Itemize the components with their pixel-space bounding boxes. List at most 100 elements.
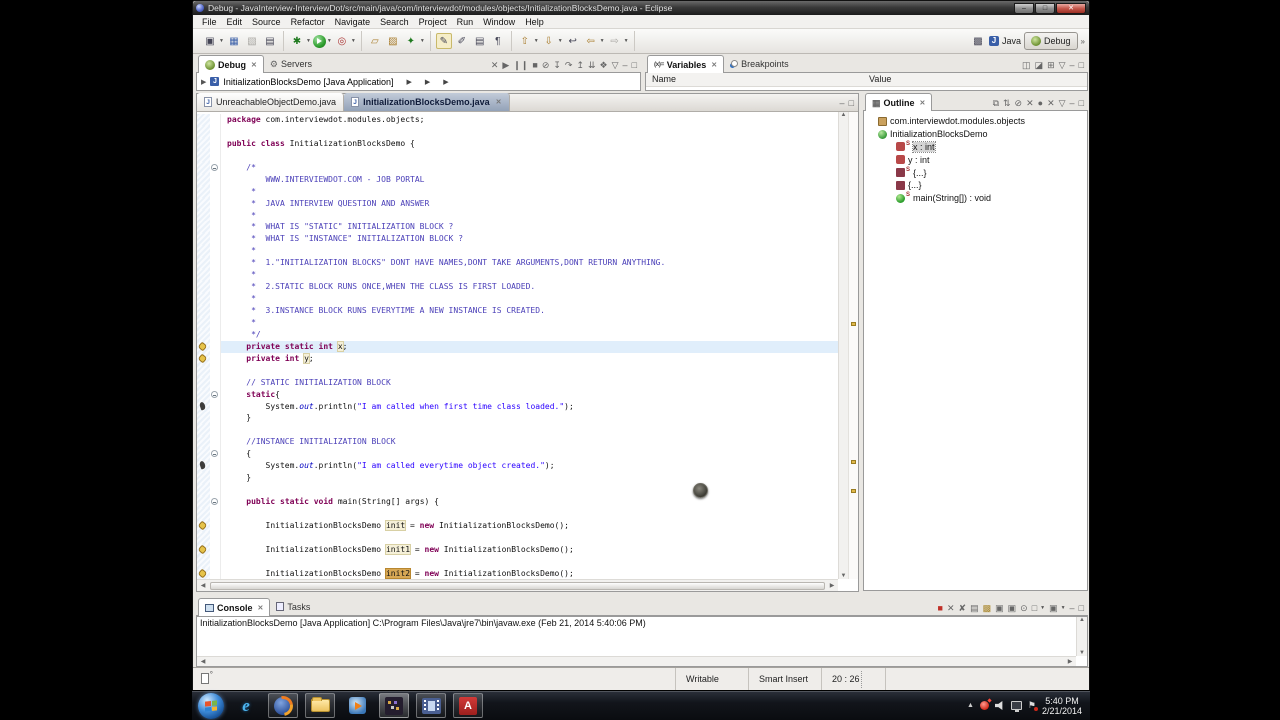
show-stdout-console-icon[interactable] (995, 603, 1004, 613)
code-line[interactable]: package com.interviewdot.modules.objects… (197, 114, 838, 126)
code-line[interactable]: * (197, 293, 838, 305)
focus-icon[interactable] (993, 98, 999, 108)
outline-item[interactable]: InitializationBlocksDemo (864, 128, 1087, 141)
last-edit-location-icon[interactable] (565, 33, 581, 49)
minimize-window-button[interactable]: – (1014, 2, 1034, 14)
code-line[interactable]: private static int x; (197, 340, 838, 353)
explorer-button[interactable] (305, 693, 335, 718)
code-line[interactable] (197, 555, 838, 568)
console-vertical-scrollbar[interactable]: ▲ ▼ (1076, 617, 1087, 656)
forward-icon[interactable] (607, 33, 623, 49)
step-into-icon[interactable] (553, 60, 561, 70)
code-line[interactable]: //INSTANCE INITIALIZATION BLOCK (197, 436, 838, 449)
tab-console[interactable]: Console ✕ (198, 598, 271, 616)
drop-to-frame-icon[interactable] (588, 60, 596, 70)
expand-icon[interactable]: ▶ (201, 78, 206, 86)
expand-icon[interactable]: ▶ (406, 78, 411, 86)
previous-annotation-icon[interactable] (517, 33, 533, 49)
forward-dropdown-icon[interactable]: ▼ (624, 38, 629, 44)
minimize-icon[interactable] (1070, 98, 1075, 108)
code-line[interactable]: */ (197, 328, 838, 341)
pin-console-icon[interactable] (1020, 603, 1028, 613)
show-type-names-icon[interactable] (1022, 60, 1031, 70)
editor-vertical-scrollbar[interactable]: ▲ ▼ (838, 112, 848, 579)
new-java-project-icon[interactable] (367, 33, 383, 49)
save-all-icon[interactable] (244, 33, 260, 49)
javadoc-icon[interactable] (454, 33, 470, 49)
menu-refactor[interactable]: Refactor (286, 17, 330, 27)
suspend-icon[interactable] (513, 60, 528, 70)
hide-static-icon[interactable] (1026, 98, 1034, 108)
hide-non-public-icon[interactable] (1038, 98, 1043, 108)
movie-maker-button[interactable] (416, 693, 446, 718)
ide-button[interactable] (379, 693, 409, 718)
code-line[interactable]: // STATIC INITIALIZATION BLOCK (197, 376, 838, 389)
next-annotation-dropdown-icon[interactable]: ▼ (558, 38, 563, 44)
terminate-icon[interactable] (532, 60, 537, 70)
code-line[interactable]: public class InitializationBlocksDemo { (197, 137, 838, 150)
perspective-overflow[interactable]: » (1081, 37, 1085, 46)
occurrence-mark[interactable] (851, 489, 856, 493)
code-line[interactable]: WWW.INTERVIEWDOT.COM - JOB PORTAL (197, 173, 838, 186)
internet-explorer-button[interactable]: e (231, 693, 261, 718)
remove-launch-icon[interactable] (947, 603, 955, 613)
scrollbar-thumb[interactable] (210, 581, 825, 590)
use-step-filters-icon[interactable] (600, 60, 608, 70)
tab-servers[interactable]: Servers (264, 55, 318, 72)
maximize-icon[interactable] (632, 60, 637, 70)
occurrence-mark[interactable] (851, 322, 856, 326)
code-line[interactable]: System.out.println("I am called when fir… (197, 400, 838, 413)
run-dropdown-icon[interactable]: ▼ (327, 38, 332, 44)
code-line[interactable]: * WHAT IS "INSTANCE" INITIALIZATION BLOC… (197, 233, 838, 246)
code-line[interactable]: public static void main(String[] args) { (197, 496, 838, 508)
title-bar[interactable]: Debug - JavaInterview-InterviewDot/src/m… (193, 1, 1089, 15)
code-line[interactable] (197, 507, 838, 520)
run-icon[interactable] (312, 34, 326, 48)
next-annotation-icon[interactable] (541, 33, 557, 49)
print-icon[interactable] (262, 33, 278, 49)
code-line[interactable] (197, 364, 838, 377)
code-line[interactable]: InitializationBlocksDemo init = new Init… (197, 519, 838, 532)
menu-edit[interactable]: Edit (222, 17, 248, 27)
code-line[interactable]: /* (197, 161, 838, 174)
occurrence-mark[interactable] (851, 460, 856, 464)
code-line[interactable]: } (197, 412, 838, 425)
console-toggle-icon[interactable] (472, 33, 488, 49)
network-icon[interactable] (1010, 701, 1022, 712)
back-icon[interactable] (583, 33, 599, 49)
expand-icon[interactable]: ▶ (425, 78, 430, 86)
expand-icon[interactable]: ▶ (443, 78, 448, 86)
tab-debug[interactable]: Debug ✕ (198, 55, 264, 73)
code-line[interactable]: * 2.STATIC BLOCK RUNS ONCE,WHEN THE CLAS… (197, 281, 838, 294)
java-perspective-label[interactable]: Java (1002, 36, 1021, 46)
close-icon[interactable]: ✕ (496, 98, 502, 106)
menu-help[interactable]: Help (520, 17, 549, 27)
outline-item[interactable]: y : int (864, 153, 1087, 166)
back-dropdown-icon[interactable]: ▼ (600, 38, 605, 44)
tab-initializationblocksdemo[interactable]: J InitializationBlocksDemo.java ✕ (344, 93, 510, 111)
menu-file[interactable]: File (197, 17, 222, 27)
display-selected-console-icon[interactable] (1032, 603, 1037, 613)
tray-expand-icon[interactable]: ▲ (967, 702, 974, 709)
close-icon[interactable]: ✕ (251, 61, 257, 69)
taskbar-clock[interactable]: 5:40 PM 2/21/2014 (1042, 696, 1084, 716)
close-window-button[interactable]: ✕ (1056, 2, 1086, 14)
outline-item[interactable]: com.interviewdot.modules.objects (864, 115, 1087, 128)
new-wizard-dropdown-icon[interactable]: ▼ (219, 38, 224, 44)
fold-collapse-icon[interactable] (211, 498, 218, 505)
menu-search[interactable]: Search (375, 17, 414, 27)
clear-console-icon[interactable] (970, 603, 979, 613)
scroll-right-icon[interactable]: ▶ (1064, 658, 1076, 665)
new-package-icon[interactable] (385, 33, 401, 49)
hide-local-types-icon[interactable] (1047, 98, 1055, 108)
step-return-icon[interactable] (576, 60, 584, 70)
view-menu-icon[interactable] (1059, 60, 1066, 70)
open-perspective-icon[interactable] (970, 33, 986, 49)
show-whitespace-icon[interactable] (490, 33, 506, 49)
code-line[interactable]: System.out.println("I am called everytim… (197, 460, 838, 473)
view-menu-icon[interactable] (1059, 98, 1066, 108)
menu-run[interactable]: Run (452, 17, 479, 27)
save-icon[interactable] (226, 33, 242, 49)
code-line[interactable]: InitializationBlocksDemo init2 = new Ini… (197, 567, 838, 579)
menu-source[interactable]: Source (247, 17, 286, 27)
